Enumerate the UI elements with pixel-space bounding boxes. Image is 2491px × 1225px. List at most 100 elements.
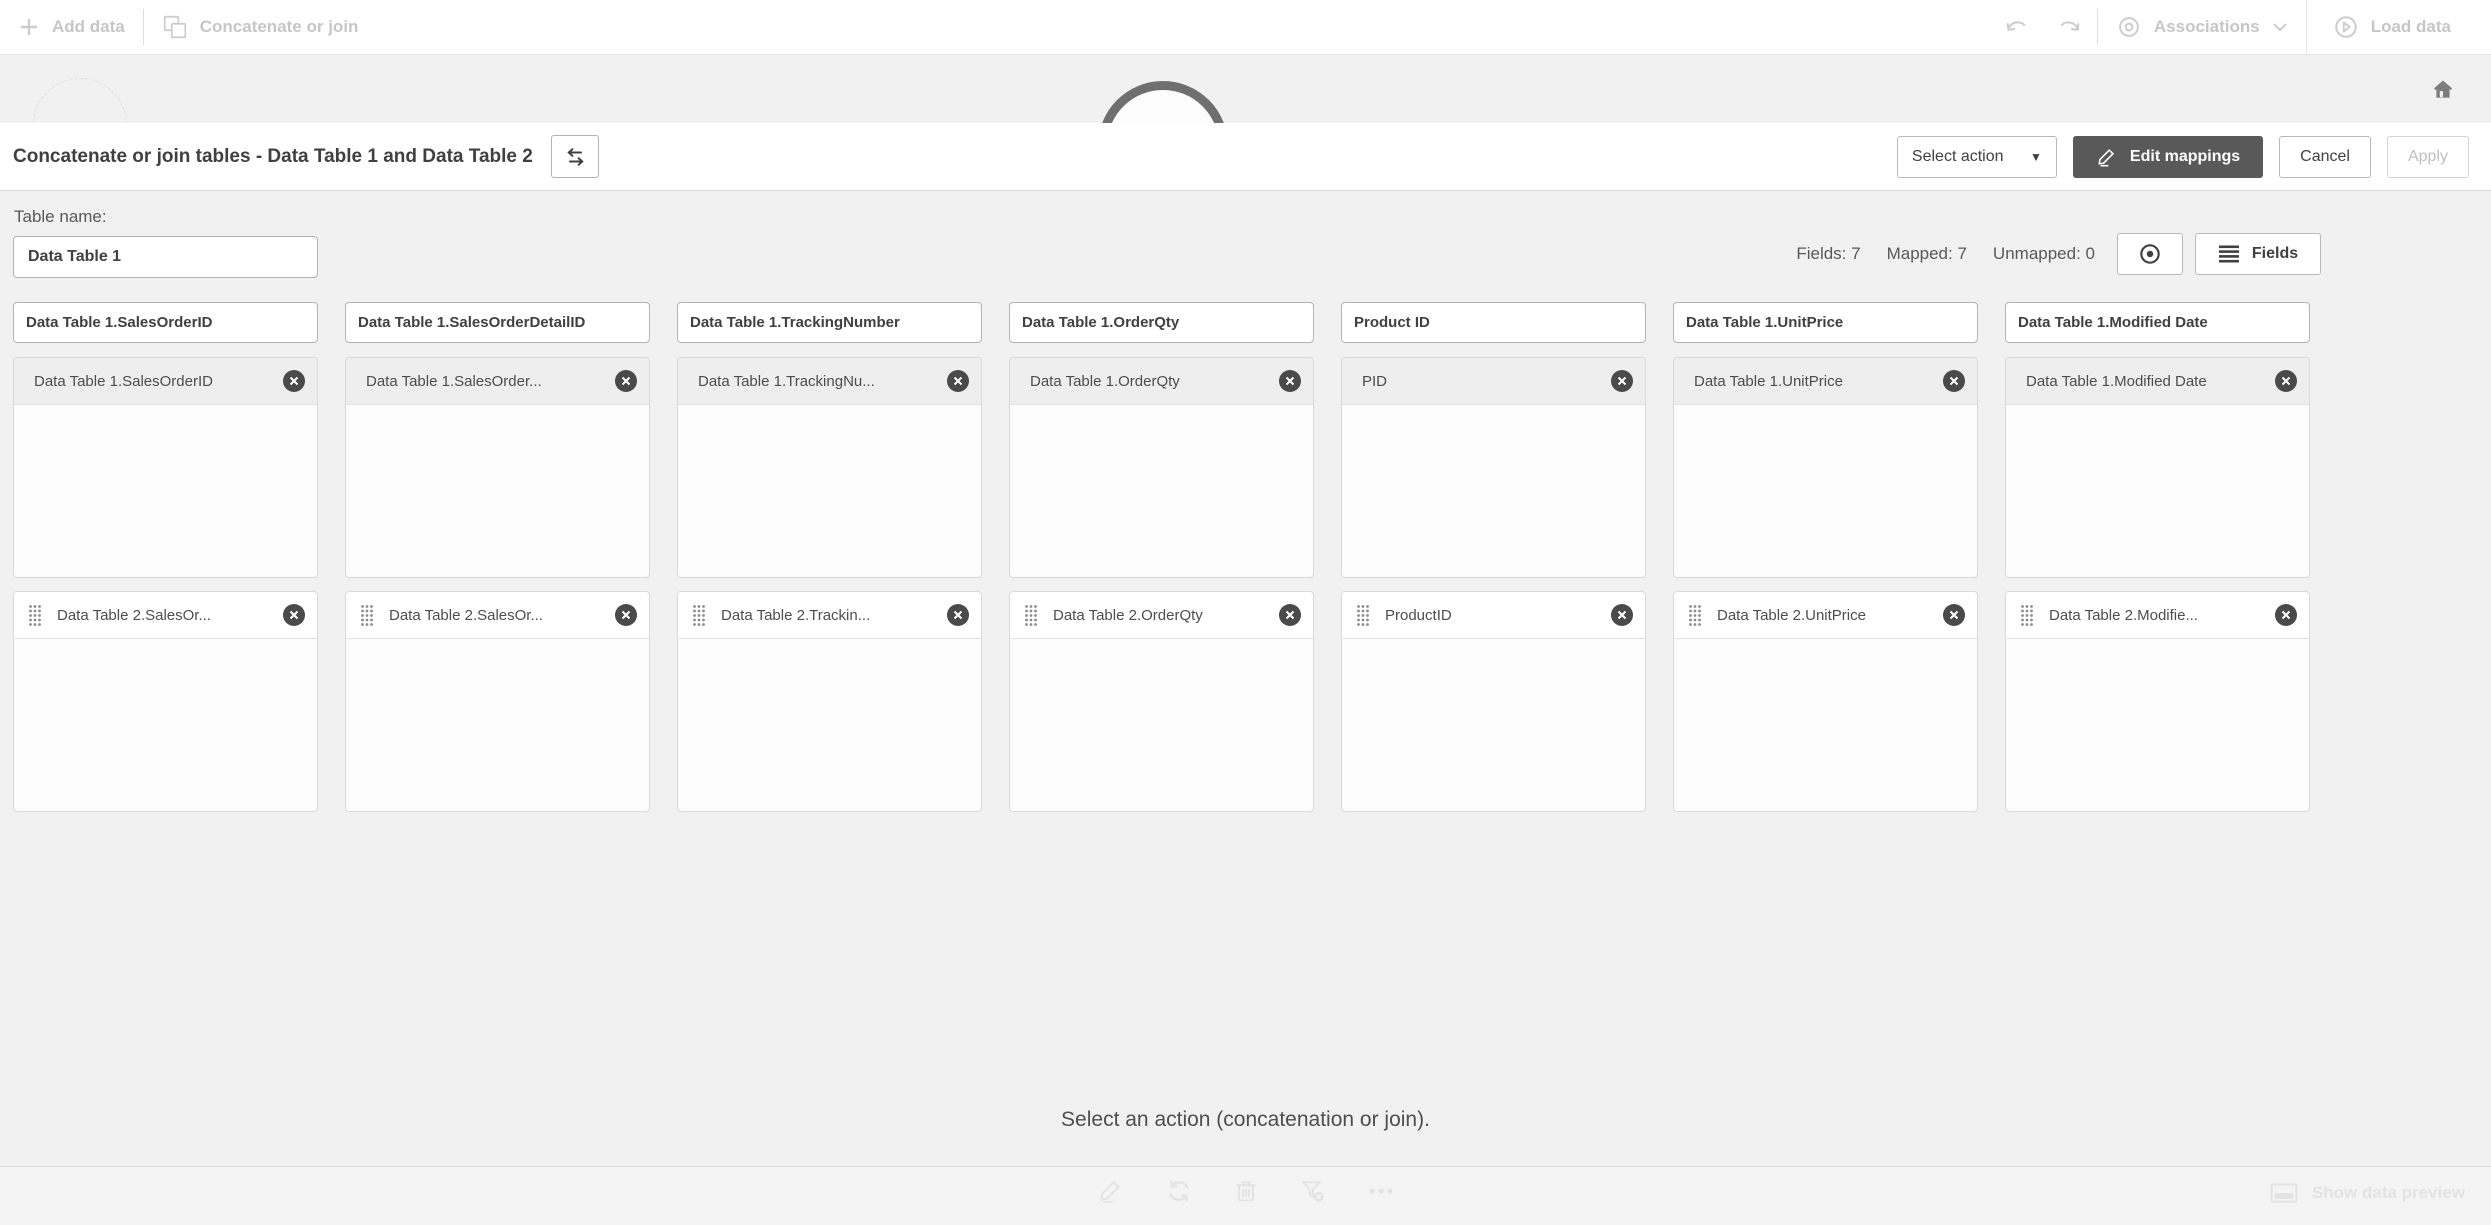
unmapped-count: Unmapped: 0 [1992, 244, 2095, 263]
column-name-input[interactable] [345, 302, 650, 343]
redo-icon [2057, 14, 2083, 40]
drag-handle-icon[interactable] [692, 604, 706, 626]
apply-button[interactable]: Apply [2386, 135, 2469, 178]
close-icon[interactable] [1943, 604, 1965, 626]
edit-mappings-button[interactable]: Edit mappings [2072, 135, 2264, 178]
footer-icon-group [1097, 1177, 1395, 1205]
column-name-input[interactable] [2005, 302, 2310, 343]
concatenate-join-page: Add data Concatenate or join Association… [0, 0, 2491, 1225]
close-icon[interactable] [2275, 604, 2297, 626]
preview-toggle-button[interactable] [2117, 233, 2183, 275]
close-icon[interactable] [1611, 604, 1633, 626]
faint-spinner-circle [33, 78, 127, 123]
table2-field-card: Data Table 2.SalesOr... [345, 591, 650, 812]
table2-field-card: Data Table 2.UnitPrice [1673, 591, 1978, 812]
field-chip[interactable]: Data Table 1.OrderQty [1010, 358, 1313, 405]
mapping-column: Data Table 1.UnitPrice Data Table 2.Unit… [1673, 302, 1978, 825]
close-icon[interactable] [1943, 370, 1965, 392]
field-chip[interactable]: PID [1342, 358, 1645, 405]
concatenate-or-join-button[interactable]: Concatenate or join [144, 0, 377, 54]
concatenate-icon [162, 14, 188, 40]
redo-button[interactable] [2043, 0, 2097, 54]
field-chip[interactable]: Data Table 1.SalesOrder... [346, 358, 649, 405]
top-toolbar-left: Add data Concatenate or join [0, 0, 376, 54]
field-chip[interactable]: Data Table 2.SalesOr... [14, 592, 317, 639]
fields-count: Fields: 7 [1796, 244, 1861, 263]
column-name-input[interactable] [1009, 302, 1314, 343]
field-chip-label: Data Table 2.SalesOr... [389, 606, 543, 624]
table1-field-card: Data Table 1.Modified Date [2005, 357, 2310, 578]
table1-field-card: Data Table 1.UnitPrice [1673, 357, 1978, 578]
table-name-input[interactable] [13, 236, 318, 278]
refresh-icon[interactable] [1165, 1177, 1193, 1205]
close-icon[interactable] [1279, 604, 1301, 626]
close-icon[interactable] [615, 370, 637, 392]
drag-handle-icon[interactable] [28, 604, 42, 626]
field-chip-label: Data Table 1.SalesOrder... [366, 372, 542, 390]
column-name-input[interactable] [1341, 302, 1646, 343]
field-chip-label: Data Table 2.SalesOr... [57, 606, 211, 624]
field-chip[interactable]: Data Table 2.OrderQty [1010, 592, 1313, 639]
field-chip[interactable]: Data Table 2.UnitPrice [1674, 592, 1977, 639]
column-name-input[interactable] [13, 302, 318, 343]
top-toolbar: Add data Concatenate or join Association… [0, 0, 2491, 55]
field-chip[interactable]: Data Table 2.Modifie... [2006, 592, 2309, 639]
select-action-dropdown[interactable]: Select action ▼ [1896, 135, 2057, 178]
drag-handle-icon[interactable] [1688, 604, 1702, 626]
field-chip-label: Data Table 1.TrackingNu... [698, 372, 875, 390]
close-icon[interactable] [947, 370, 969, 392]
close-icon[interactable] [1611, 370, 1633, 392]
associations-button[interactable]: Associations [2098, 0, 2306, 54]
filter-clear-icon[interactable] [1299, 1177, 1327, 1205]
mapping-column: Data Table 1.TrackingNu... Data Table 2.… [677, 302, 982, 825]
field-chip-label: Data Table 1.Modified Date [2026, 372, 2207, 390]
undo-button[interactable] [1989, 0, 2043, 54]
play-circle-icon [2333, 14, 2359, 40]
close-icon[interactable] [1279, 370, 1301, 392]
close-icon[interactable] [2275, 370, 2297, 392]
close-icon[interactable] [615, 604, 637, 626]
load-data-button[interactable]: Load data [2307, 0, 2491, 54]
table1-field-card: PID [1341, 357, 1646, 578]
home-button[interactable] [2426, 72, 2460, 106]
field-chip[interactable]: Data Table 1.SalesOrderID [14, 358, 317, 405]
drag-handle-icon[interactable] [2020, 604, 2034, 626]
fields-button[interactable]: Fields [2195, 233, 2321, 275]
field-chip[interactable]: Data Table 2.SalesOr... [346, 592, 649, 639]
home-icon [2430, 76, 2456, 102]
swap-tables-button[interactable] [550, 135, 599, 178]
mapping-column: Data Table 1.Modified Date Data Table 2.… [2005, 302, 2310, 825]
table1-field-card: Data Table 1.OrderQty [1009, 357, 1314, 578]
drag-handle-icon[interactable] [1024, 604, 1038, 626]
preview-eye-icon [2137, 241, 2163, 267]
field-chip[interactable]: Data Table 1.TrackingNu... [678, 358, 981, 405]
field-chip-label: Data Table 2.Trackin... [721, 606, 871, 624]
column-name-input[interactable] [1673, 302, 1978, 343]
close-icon[interactable] [283, 604, 305, 626]
field-chip[interactable]: Data Table 1.UnitPrice [1674, 358, 1977, 405]
cancel-button[interactable]: Cancel [2279, 135, 2371, 178]
table1-field-card: Data Table 1.TrackingNu... [677, 357, 982, 578]
field-chip[interactable]: ProductID [1342, 592, 1645, 639]
field-chip-label: Data Table 2.Modifie... [2049, 606, 2198, 624]
ellipsis-icon[interactable] [1367, 1177, 1395, 1205]
action-hint: Select an action (concatenation or join)… [1061, 1108, 1430, 1131]
field-chip[interactable]: Data Table 1.Modified Date [2006, 358, 2309, 405]
column-name-input[interactable] [677, 302, 982, 343]
show-data-preview-label: Show data preview [2311, 1183, 2465, 1202]
swap-icon [563, 146, 587, 168]
add-data-button[interactable]: Add data [0, 0, 143, 54]
caret-down-icon: ▼ [2030, 149, 2042, 164]
drag-handle-icon[interactable] [1356, 604, 1370, 626]
show-data-preview-toggle[interactable]: Show data preview [2270, 1181, 2465, 1205]
drag-handle-icon[interactable] [360, 604, 374, 626]
mapping-column: Data Table 1.SalesOrder... Data Table 2.… [345, 302, 650, 825]
close-icon[interactable] [283, 370, 305, 392]
trash-icon[interactable] [1233, 1177, 1259, 1205]
field-chip[interactable]: Data Table 2.Trackin... [678, 592, 981, 639]
close-icon[interactable] [947, 604, 969, 626]
pencil-icon[interactable] [1097, 1177, 1125, 1205]
table2-field-card: Data Table 2.SalesOr... [13, 591, 318, 812]
mapped-count: Mapped: 7 [1886, 244, 1967, 263]
field-chip-label: Data Table 1.UnitPrice [1694, 372, 1843, 390]
